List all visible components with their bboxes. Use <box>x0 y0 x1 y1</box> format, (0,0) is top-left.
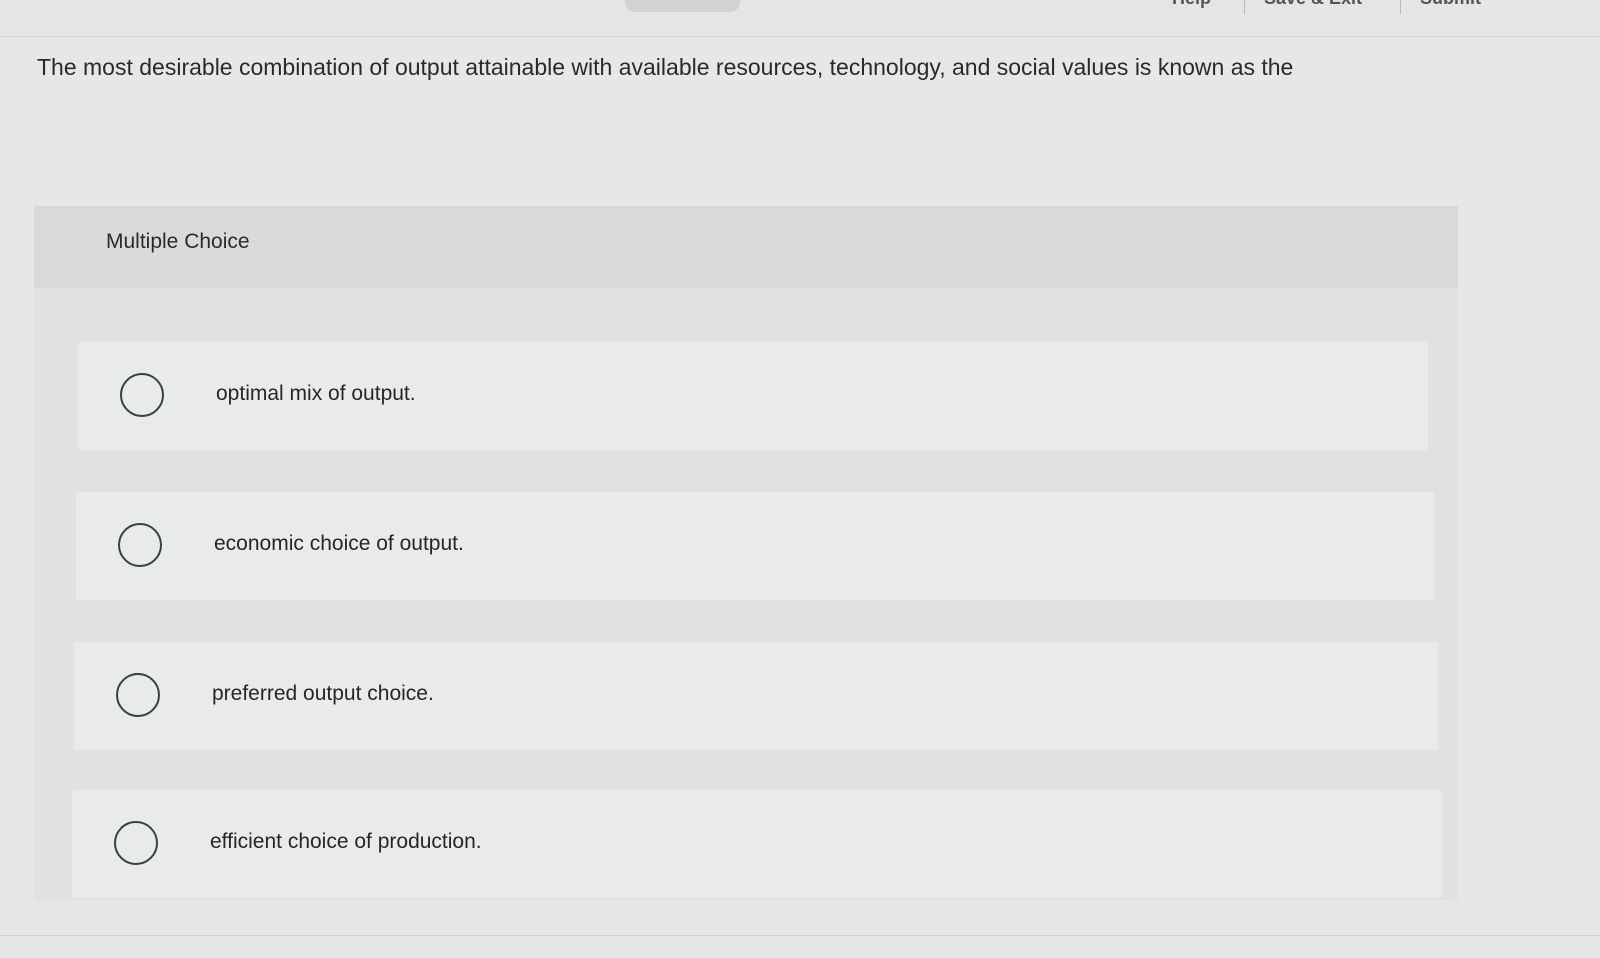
answer-option-4[interactable]: efficient choice of production. <box>72 790 1442 898</box>
answer-option-1[interactable]: optimal mix of output. <box>78 342 1428 450</box>
question-text: The most desirable combination of output… <box>37 54 1294 80</box>
nav-divider <box>1244 0 1245 14</box>
bottom-divider <box>0 935 1600 936</box>
top-bar: Help Save & Exit Submit <box>0 0 1600 37</box>
multiple-choice-label: Multiple Choice <box>106 230 250 253</box>
answer-option-2[interactable]: economic choice of output. <box>76 492 1434 600</box>
answer-option-text: efficient choice of production. <box>210 830 482 853</box>
answer-option-text: optimal mix of output. <box>216 382 416 405</box>
top-tab[interactable] <box>625 0 740 12</box>
multiple-choice-header: Multiple Choice <box>34 206 1458 288</box>
nav-divider <box>1400 0 1401 14</box>
radio-button[interactable] <box>114 821 158 865</box>
save-exit-button[interactable]: Save & Exit <box>1264 0 1362 9</box>
answer-option-3[interactable]: preferred output choice. <box>74 642 1438 750</box>
radio-button[interactable] <box>116 673 160 717</box>
help-button[interactable]: Help <box>1172 0 1211 9</box>
multiple-choice-panel: Multiple Choice optimal mix of output. e… <box>34 206 1458 900</box>
radio-button[interactable] <box>120 373 164 417</box>
radio-button[interactable] <box>118 523 162 567</box>
submit-button[interactable]: Submit <box>1420 0 1481 9</box>
answer-option-text: economic choice of output. <box>214 532 464 555</box>
answer-option-text: preferred output choice. <box>212 682 434 705</box>
